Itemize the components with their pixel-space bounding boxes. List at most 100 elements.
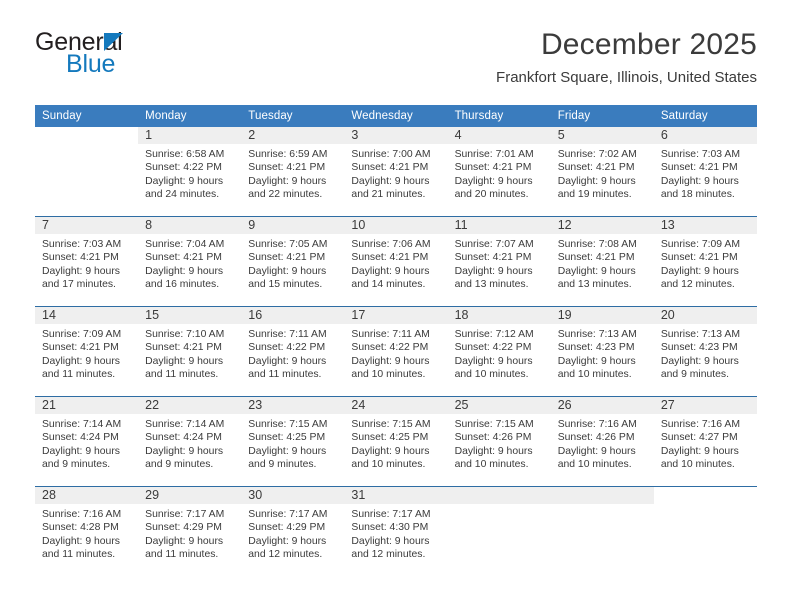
sunset-text: Sunset: 4:25 PM (248, 432, 326, 444)
day-cell[interactable]: 7 Sunrise: 7:03 AM Sunset: 4:21 PM Dayli… (35, 216, 139, 307)
day-cell[interactable]: 14 Sunrise: 7:09 AM Sunset: 4:21 PM Dayl… (35, 306, 139, 397)
day-cell[interactable]: 6 Sunrise: 7:03 AM Sunset: 4:21 PM Dayli… (653, 127, 757, 217)
sunrise-text: Sunrise: 7:16 AM (42, 509, 122, 520)
daylight-text-line2: and 9 minutes. (248, 459, 317, 471)
day-cell[interactable]: 9 Sunrise: 7:05 AM Sunset: 4:21 PM Dayli… (241, 216, 345, 307)
page-title: December 2025 (540, 28, 757, 61)
sunrise-text: Sunrise: 7:15 AM (248, 419, 328, 430)
day-number: 16 (241, 307, 345, 324)
sunset-text: Sunset: 4:21 PM (660, 252, 738, 264)
sunset-text: Sunset: 4:21 PM (660, 162, 738, 174)
day-cell[interactable]: 29 Sunrise: 7:17 AM Sunset: 4:29 PM Dayl… (138, 486, 242, 576)
calendar-page: General Blue December 2025 Frankfort Squ… (0, 0, 792, 612)
day-cell[interactable]: 21 Sunrise: 7:14 AM Sunset: 4:24 PM Dayl… (35, 396, 139, 487)
day-number: 25 (447, 397, 551, 414)
day-cell[interactable]: 25 Sunrise: 7:15 AM Sunset: 4:26 PM Dayl… (447, 396, 551, 487)
daylight-text-line2: and 15 minutes. (248, 279, 323, 291)
day-cell[interactable]: 12 Sunrise: 7:08 AM Sunset: 4:21 PM Dayl… (550, 216, 654, 307)
day-cell[interactable]: 23 Sunrise: 7:15 AM Sunset: 4:25 PM Dayl… (241, 396, 345, 487)
sunset-text: Sunset: 4:21 PM (454, 162, 532, 174)
sunrise-text: Sunrise: 7:15 AM (351, 419, 431, 430)
day-number (35, 127, 139, 144)
sunrise-text: Sunrise: 7:11 AM (248, 329, 327, 340)
day-cell[interactable]: 24 Sunrise: 7:15 AM Sunset: 4:25 PM Dayl… (344, 396, 448, 487)
day-details: Sunrise: 7:14 AM Sunset: 4:24 PM Dayligh… (35, 414, 138, 472)
day-cell[interactable]: 17 Sunrise: 7:11 AM Sunset: 4:22 PM Dayl… (344, 306, 448, 397)
day-number: 11 (447, 217, 551, 234)
daylight-text-line2: and 9 minutes. (145, 459, 214, 471)
weekday-header-monday: Monday (138, 105, 242, 127)
sunrise-text: Sunrise: 7:17 AM (145, 509, 225, 520)
daylight-text-line2: and 9 minutes. (42, 459, 111, 471)
sunrise-text: Sunrise: 7:17 AM (248, 509, 328, 520)
daylight-text-line1: Daylight: 9 hours (454, 445, 533, 457)
day-details: Sunrise: 7:09 AM Sunset: 4:21 PM Dayligh… (35, 324, 138, 382)
calendar-week-row: 28 Sunrise: 7:16 AM Sunset: 4:28 PM Dayl… (35, 486, 757, 576)
day-cell[interactable]: 20 Sunrise: 7:13 AM Sunset: 4:23 PM Dayl… (653, 306, 757, 397)
day-cell[interactable]: 2 Sunrise: 6:59 AM Sunset: 4:21 PM Dayli… (241, 127, 345, 217)
weekday-header-saturday: Saturday (653, 105, 757, 127)
daylight-text-line2: and 12 minutes. (351, 549, 426, 561)
calendar-body: 1 Sunrise: 6:58 AM Sunset: 4:22 PM Dayli… (35, 127, 757, 576)
day-details: Sunrise: 7:10 AM Sunset: 4:21 PM Dayligh… (138, 324, 241, 382)
day-number: 8 (138, 217, 242, 234)
day-cell[interactable]: 26 Sunrise: 7:16 AM Sunset: 4:26 PM Dayl… (550, 396, 654, 487)
day-number: 31 (344, 487, 448, 504)
daylight-text-line2: and 16 minutes. (145, 279, 220, 291)
sunrise-text: Sunrise: 7:08 AM (557, 239, 637, 250)
day-cell[interactable]: 27 Sunrise: 7:16 AM Sunset: 4:27 PM Dayl… (653, 396, 757, 487)
day-number (550, 487, 654, 504)
daylight-text-line1: Daylight: 9 hours (454, 265, 533, 277)
daylight-text-line1: Daylight: 9 hours (557, 265, 636, 277)
day-cell[interactable]: 18 Sunrise: 7:12 AM Sunset: 4:22 PM Dayl… (447, 306, 551, 397)
day-number: 17 (344, 307, 448, 324)
day-cell[interactable]: 4 Sunrise: 7:01 AM Sunset: 4:21 PM Dayli… (447, 127, 551, 217)
daylight-text-line1: Daylight: 9 hours (248, 265, 327, 277)
sunset-text: Sunset: 4:22 PM (454, 342, 532, 354)
day-details: Sunrise: 7:16 AM Sunset: 4:28 PM Dayligh… (35, 504, 138, 562)
day-cell[interactable]: 30 Sunrise: 7:17 AM Sunset: 4:29 PM Dayl… (241, 486, 345, 576)
day-cell[interactable]: 1 Sunrise: 6:58 AM Sunset: 4:22 PM Dayli… (138, 127, 242, 217)
calendar-week-row: 14 Sunrise: 7:09 AM Sunset: 4:21 PM Dayl… (35, 306, 757, 397)
day-details (35, 144, 138, 148)
day-number: 18 (447, 307, 551, 324)
sunrise-text: Sunrise: 7:07 AM (454, 239, 534, 250)
day-details: Sunrise: 7:17 AM Sunset: 4:29 PM Dayligh… (241, 504, 344, 562)
sunrise-text: Sunrise: 7:13 AM (557, 329, 637, 340)
day-cell[interactable]: 15 Sunrise: 7:10 AM Sunset: 4:21 PM Dayl… (138, 306, 242, 397)
day-cell[interactable]: 11 Sunrise: 7:07 AM Sunset: 4:21 PM Dayl… (447, 216, 551, 307)
day-cell[interactable]: 13 Sunrise: 7:09 AM Sunset: 4:21 PM Dayl… (653, 216, 757, 307)
title-block: December 2025 Frankfort Square, Illinois… (496, 26, 757, 89)
daylight-text-line2: and 9 minutes. (660, 369, 730, 381)
logo-text-blue: Blue (66, 50, 116, 78)
sunset-text: Sunset: 4:21 PM (248, 162, 326, 174)
calendar-grid: Sunday Monday Tuesday Wednesday Thursday… (35, 105, 757, 576)
day-cell[interactable]: 8 Sunrise: 7:04 AM Sunset: 4:21 PM Dayli… (138, 216, 242, 307)
sunrise-text: Sunrise: 7:09 AM (660, 239, 740, 250)
day-details: Sunrise: 6:58 AM Sunset: 4:22 PM Dayligh… (138, 144, 241, 202)
daylight-text-line2: and 12 minutes. (660, 279, 735, 291)
day-cell[interactable]: 5 Sunrise: 7:02 AM Sunset: 4:21 PM Dayli… (550, 127, 654, 217)
day-cell[interactable]: 3 Sunrise: 7:00 AM Sunset: 4:21 PM Dayli… (344, 127, 448, 217)
day-cell[interactable]: 16 Sunrise: 7:11 AM Sunset: 4:22 PM Dayl… (241, 306, 345, 397)
daylight-text-line1: Daylight: 9 hours (351, 535, 430, 547)
sunset-text: Sunset: 4:30 PM (351, 522, 429, 534)
daylight-text-line2: and 10 minutes. (351, 369, 426, 381)
day-number: 28 (35, 487, 139, 504)
day-details: Sunrise: 7:15 AM Sunset: 4:26 PM Dayligh… (448, 414, 551, 472)
sunset-text: Sunset: 4:29 PM (145, 522, 222, 534)
daylight-text-line1: Daylight: 9 hours (351, 445, 430, 457)
day-cell[interactable]: 19 Sunrise: 7:13 AM Sunset: 4:23 PM Dayl… (550, 306, 654, 397)
sunset-text: Sunset: 4:23 PM (660, 342, 738, 354)
daylight-text-line2: and 19 minutes. (557, 189, 632, 201)
day-cell[interactable]: 22 Sunrise: 7:14 AM Sunset: 4:24 PM Dayl… (138, 396, 242, 487)
daylight-text-line2: and 11 minutes. (42, 369, 116, 381)
day-number: 26 (550, 397, 654, 414)
day-cell[interactable]: 31 Sunrise: 7:17 AM Sunset: 4:30 PM Dayl… (344, 486, 448, 576)
day-cell[interactable]: 10 Sunrise: 7:06 AM Sunset: 4:21 PM Dayl… (344, 216, 448, 307)
sunrise-text: Sunrise: 7:03 AM (42, 239, 122, 250)
day-number: 23 (241, 397, 345, 414)
daylight-text-line1: Daylight: 9 hours (660, 355, 739, 367)
day-cell[interactable]: 28 Sunrise: 7:16 AM Sunset: 4:28 PM Dayl… (35, 486, 139, 576)
sunrise-text: Sunrise: 7:05 AM (248, 239, 328, 250)
